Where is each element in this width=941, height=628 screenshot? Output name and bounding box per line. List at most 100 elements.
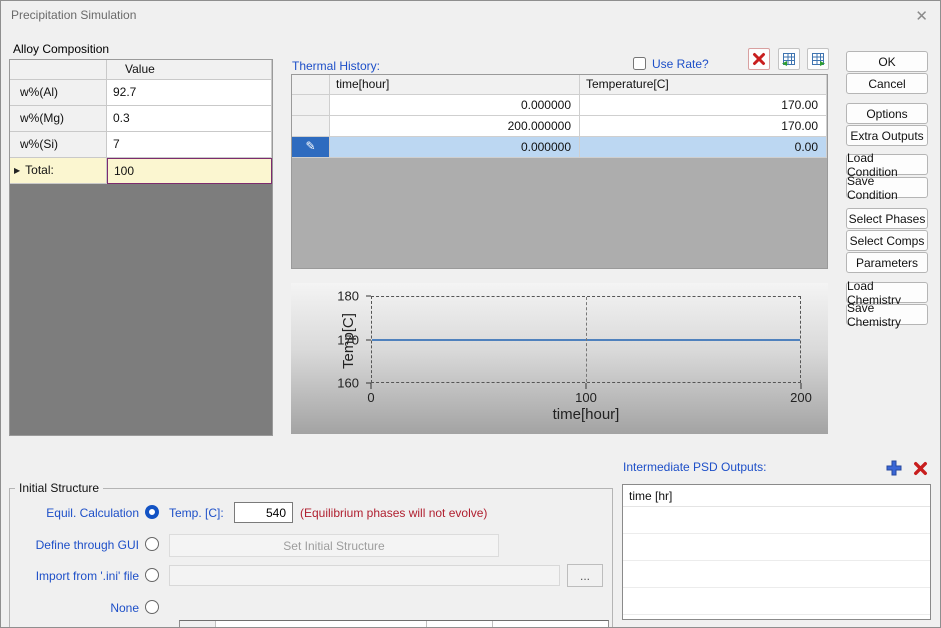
partial-gridline	[492, 621, 493, 628]
load-condition-button[interactable]: Load Condition	[846, 154, 928, 175]
y-tick-mark	[366, 339, 371, 340]
alloy-composition-label: Alloy Composition	[13, 42, 109, 56]
plus-icon	[885, 459, 903, 477]
initial-structure-label: Initial Structure	[15, 481, 103, 495]
alloy-row-label-mg: w%(Mg)	[10, 106, 107, 132]
time-cell[interactable]: 0.000000	[330, 95, 580, 116]
export-table-icon	[810, 51, 826, 67]
alloy-total-row: ▶Total: 100	[10, 158, 272, 184]
equil-calculation-label: Equil. Calculation	[15, 506, 139, 520]
red-x-icon	[751, 51, 767, 67]
list-item	[623, 588, 930, 615]
x-axis-label: time[hour]	[371, 406, 801, 423]
import-table-button[interactable]	[778, 48, 800, 70]
save-condition-button[interactable]: Save Condition	[846, 177, 928, 198]
list-item	[623, 534, 930, 561]
ok-button[interactable]: OK	[846, 51, 928, 72]
add-psd-button[interactable]	[883, 457, 905, 479]
list-item	[623, 561, 930, 588]
equilibrium-note: (Equilibrium phases will not evolve)	[300, 506, 487, 520]
table-row: 200.000000 170.00	[292, 116, 827, 137]
red-x-icon	[912, 460, 929, 477]
alloy-row-label-al: w%(Al)	[10, 80, 107, 106]
total-value-cell[interactable]: 100	[107, 158, 272, 184]
y-tick-mark	[366, 296, 371, 297]
plot-area	[371, 296, 801, 383]
y-tick-labels: 180170160	[321, 296, 363, 383]
alloy-value-cell-al[interactable]: 92.7	[107, 80, 272, 106]
x-tick-mark	[371, 383, 372, 389]
table-row: w%(Mg) 0.3	[10, 106, 272, 132]
window-title: Precipitation Simulation	[11, 8, 136, 22]
x-tick-label: 100	[575, 390, 597, 405]
temperature-cell[interactable]: 0.00	[580, 137, 827, 158]
use-rate-checkbox[interactable]	[633, 57, 646, 70]
partial-row-selector	[180, 621, 216, 628]
temperature-column-header: Temperature[C]	[580, 75, 827, 95]
partial-table-edge	[179, 620, 609, 628]
alloy-value-column-header: Value	[107, 60, 272, 80]
edit-pencil-icon: ✎	[305, 139, 315, 153]
import-ini-radio[interactable]	[145, 568, 159, 582]
equil-calculation-radio[interactable]	[145, 505, 159, 519]
time-cell[interactable]: 200.000000	[330, 116, 580, 137]
temp-c-label: Temp. [C]:	[169, 506, 224, 520]
thermal-header-row: time[hour] Temperature[C]	[292, 75, 827, 95]
none-radio[interactable]	[145, 600, 159, 614]
extra-outputs-button[interactable]: Extra Outputs	[846, 125, 928, 146]
y-tick-label: 170	[337, 332, 359, 347]
thermal-history-label: Thermal History:	[292, 59, 380, 73]
chart-gridline	[586, 297, 587, 382]
partial-gridline	[426, 621, 427, 628]
row-selector[interactable]	[292, 95, 330, 116]
x-tick-mark	[586, 383, 587, 389]
alloy-row-label-si: w%(Si)	[10, 132, 107, 158]
import-ini-label: Import from '.ini' file	[15, 569, 139, 583]
y-tick-label: 180	[337, 289, 359, 304]
x-tick-labels: 0100200	[371, 390, 801, 406]
cancel-button[interactable]: Cancel	[846, 73, 928, 94]
y-tick-label: 160	[337, 376, 359, 391]
time-cell[interactable]: 0.000000	[330, 137, 580, 158]
time-column-header: time[hour]	[330, 75, 580, 95]
table-row-selected: ✎ 0.000000 0.00	[292, 137, 827, 158]
define-gui-radio[interactable]	[145, 537, 159, 551]
alloy-header-row: Value	[10, 60, 272, 80]
psd-outputs-label: Intermediate PSD Outputs:	[623, 460, 766, 474]
row-selector-edit[interactable]: ✎	[292, 137, 330, 158]
delete-row-button[interactable]	[748, 48, 770, 70]
temperature-cell[interactable]: 170.00	[580, 95, 827, 116]
table-row: w%(Al) 92.7	[10, 80, 272, 106]
delete-psd-button[interactable]	[909, 457, 931, 479]
temperature-cell[interactable]: 170.00	[580, 116, 827, 137]
import-table-icon	[781, 51, 797, 67]
close-icon[interactable]: ✕	[915, 7, 928, 25]
temp-input[interactable]	[234, 502, 293, 523]
precipitation-simulation-dialog: Precipitation Simulation ✕ Alloy Composi…	[0, 0, 941, 628]
export-table-button[interactable]	[807, 48, 829, 70]
parameters-button[interactable]: Parameters	[846, 252, 928, 273]
select-phases-button[interactable]: Select Phases	[846, 208, 928, 229]
row-selector[interactable]	[292, 116, 330, 137]
options-button[interactable]: Options	[846, 103, 928, 124]
y-tickmarks	[366, 296, 371, 383]
x-tickmarks	[371, 383, 801, 389]
list-item	[623, 507, 930, 534]
use-rate-label: Use Rate?	[652, 57, 709, 71]
alloy-value-cell-si[interactable]: 7	[107, 132, 272, 158]
select-comps-button[interactable]: Select Comps	[846, 230, 928, 251]
row-selector-header	[292, 75, 330, 95]
psd-list-header: time [hr]	[623, 485, 930, 507]
save-chemistry-button[interactable]: Save Chemistry	[846, 304, 928, 325]
total-row-header: ▶Total:	[10, 158, 107, 184]
table-row: w%(Si) 7	[10, 132, 272, 158]
alloy-corner-cell	[10, 60, 107, 80]
x-tick-mark	[801, 383, 802, 389]
alloy-composition-table: Value w%(Al) 92.7 w%(Mg) 0.3 w%(Si) 7 ▶T…	[9, 59, 273, 436]
browse-button[interactable]: ...	[567, 564, 603, 587]
alloy-value-cell-mg[interactable]: 0.3	[107, 106, 272, 132]
total-label: Total:	[25, 163, 54, 177]
x-tick-label: 0	[367, 390, 374, 405]
table-row: 0.000000 170.00	[292, 95, 827, 116]
psd-output-list[interactable]: time [hr]	[622, 484, 931, 620]
